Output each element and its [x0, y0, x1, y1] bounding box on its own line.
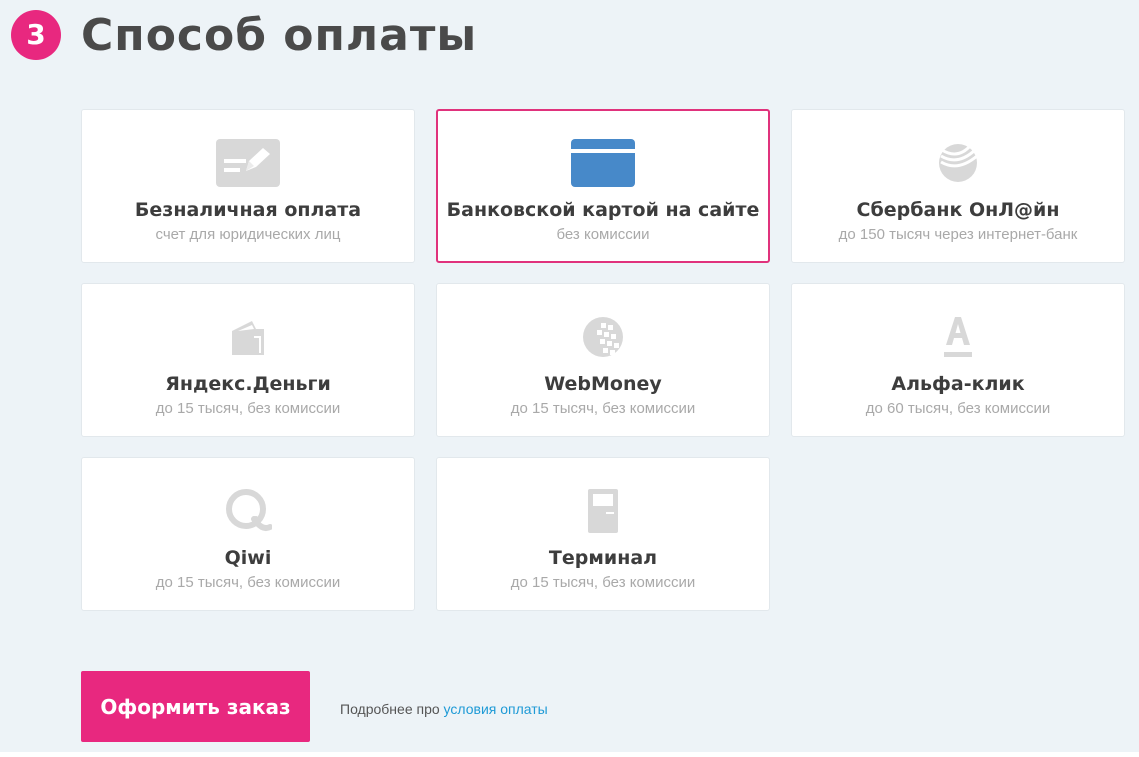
payment-option-name: Сбербанк ОнЛ@йн [856, 199, 1060, 221]
payment-option-name: Яндекс.Деньги [165, 373, 331, 395]
payment-methods-grid: Безналичная оплата счет для юридических … [81, 109, 1125, 611]
invoice-icon [213, 137, 283, 189]
payment-option-alfa-click[interactable]: Альфа-клик до 60 тысяч, без комиссии [791, 283, 1125, 437]
payment-option-name: Безналичная оплата [134, 199, 362, 221]
payment-terms-link[interactable]: условия оплаты [444, 701, 548, 717]
payment-option-note: без комиссии [556, 226, 650, 243]
alfa-click-icon [923, 311, 993, 363]
bottom-divider [0, 752, 1139, 757]
sberbank-icon [923, 137, 993, 189]
payment-option-qiwi[interactable]: Qiwi до 15 тысяч, без комиссии [81, 457, 415, 611]
payment-option-name: WebMoney [544, 373, 662, 395]
payment-option-name: Банковской картой на сайте [446, 199, 760, 221]
qiwi-icon [213, 485, 283, 537]
payment-terms-info: Подробнее про условия оплаты [340, 701, 548, 717]
payment-option-yandex-money[interactable]: Яндекс.Деньги до 15 тысяч, без комиссии [81, 283, 415, 437]
payment-option-note: до 15 тысяч, без комиссии [155, 574, 341, 591]
payment-option-note: до 60 тысяч, без комиссии [865, 400, 1051, 417]
payment-option-note: до 15 тысяч, без комиссии [510, 400, 696, 417]
terminal-icon [568, 485, 638, 537]
payment-option-webmoney[interactable]: WebMoney до 15 тысяч, без комиссии [436, 283, 770, 437]
step-number-badge: 3 [11, 10, 61, 60]
payment-option-terminal[interactable]: Терминал до 15 тысяч, без комиссии [436, 457, 770, 611]
payment-option-note: до 15 тысяч, без комиссии [155, 400, 341, 417]
payment-option-note: до 15 тысяч, без комиссии [510, 574, 696, 591]
bank-card-icon [568, 137, 638, 189]
page-title: Способ оплаты [81, 10, 478, 61]
payment-option-bank-card[interactable]: Банковской картой на сайте без комиссии [436, 109, 770, 263]
payment-terms-prefix: Подробнее про [340, 701, 440, 717]
payment-option-sberbank[interactable]: Сбербанк ОнЛ@йн до 150 тысяч через интер… [791, 109, 1125, 263]
payment-option-name: Qiwi [224, 547, 272, 569]
payment-option-name: Терминал [548, 547, 658, 569]
place-order-button[interactable]: Оформить заказ [81, 671, 310, 742]
yandex-money-icon [213, 311, 283, 363]
payment-option-note: счет для юридических лиц [155, 226, 341, 243]
payment-method-section: 3 Способ оплаты Безналичная оплата счет … [0, 0, 1139, 757]
payment-option-name: Альфа-клик [891, 373, 1025, 395]
payment-option-cashless[interactable]: Безналичная оплата счет для юридических … [81, 109, 415, 263]
payment-option-note: до 150 тысяч через интернет-банк [838, 226, 1078, 243]
webmoney-icon [568, 311, 638, 363]
